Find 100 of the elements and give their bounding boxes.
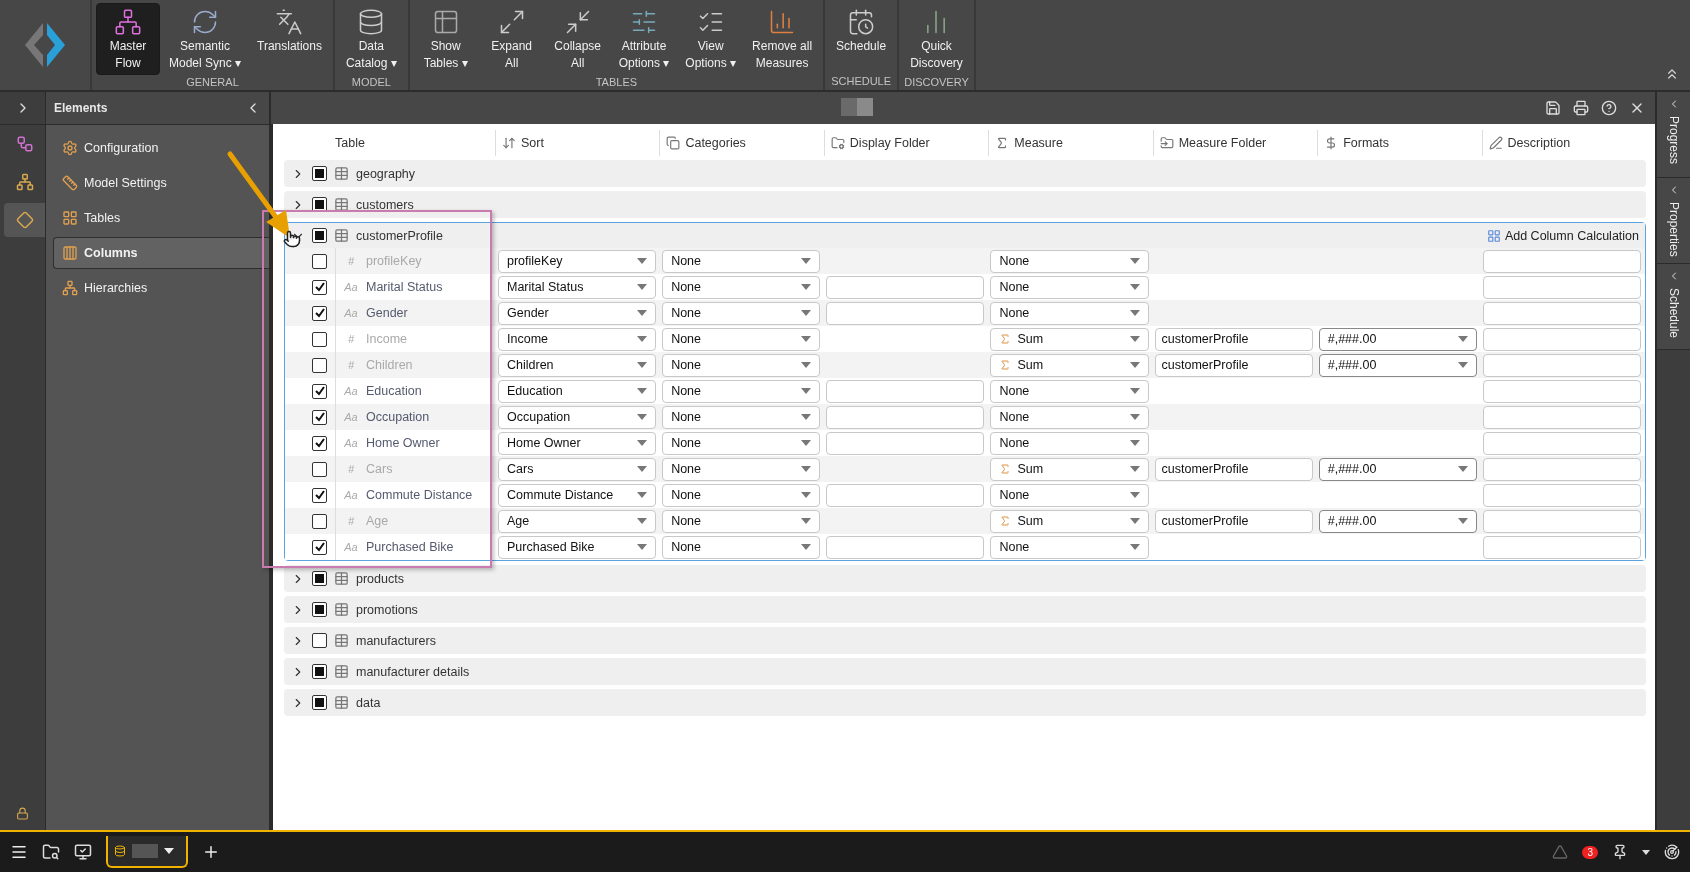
checkbox[interactable] <box>312 461 327 477</box>
measure-dropdown[interactable]: None <box>990 301 1149 325</box>
measure-dropdown[interactable]: Sum <box>990 327 1149 351</box>
category-dropdown[interactable]: None <box>662 431 821 455</box>
description-field[interactable] <box>1482 379 1641 403</box>
category-dropdown[interactable]: None <box>662 301 821 325</box>
caret-icon[interactable] <box>1642 849 1650 855</box>
side-tab[interactable]: Schedule <box>1657 264 1690 350</box>
category-dropdown[interactable]: None <box>662 379 821 403</box>
display-folder-field[interactable] <box>826 275 985 299</box>
checkbox[interactable] <box>312 513 327 529</box>
checkbox[interactable] <box>312 539 327 555</box>
menu-icon[interactable] <box>10 843 28 861</box>
elements-item[interactable]: Tables <box>53 202 129 234</box>
checkbox[interactable] <box>312 435 327 451</box>
ribbon-button[interactable]: Remove all Measures <box>745 3 820 75</box>
category-dropdown[interactable]: None <box>662 353 821 377</box>
format-dropdown[interactable]: #,###.00 <box>1318 353 1477 377</box>
elements-item[interactable]: Configuration <box>53 132 167 164</box>
description-field[interactable] <box>1482 353 1641 377</box>
sort-dropdown[interactable]: Income <box>498 327 657 351</box>
save-icon[interactable] <box>1545 100 1561 116</box>
checkbox[interactable] <box>312 253 327 269</box>
checkbox[interactable] <box>312 331 327 347</box>
description-field[interactable] <box>1482 535 1641 559</box>
checkbox[interactable] <box>312 357 327 373</box>
print-icon[interactable] <box>1573 100 1589 116</box>
lock-icon[interactable] <box>16 807 29 820</box>
checkbox[interactable] <box>312 228 327 243</box>
display-folder-field[interactable] <box>826 535 985 559</box>
sort-dropdown[interactable]: Children <box>498 353 657 377</box>
help-icon[interactable] <box>1601 100 1617 116</box>
side-tab[interactable]: Properties <box>1657 178 1690 264</box>
checkbox[interactable] <box>312 695 327 710</box>
description-field[interactable] <box>1482 275 1641 299</box>
measure-dropdown[interactable]: None <box>990 379 1149 403</box>
ribbon-button[interactable]: Collapse All <box>545 3 610 75</box>
measure-dropdown[interactable]: Sum <box>990 353 1149 377</box>
sort-dropdown[interactable]: Marital Status <box>498 275 657 299</box>
category-dropdown[interactable]: None <box>662 249 821 273</box>
rail-button[interactable] <box>4 203 45 237</box>
measure-dropdown[interactable]: None <box>990 431 1149 455</box>
measure-dropdown[interactable]: Sum <box>990 509 1149 533</box>
checkbox[interactable] <box>312 279 327 295</box>
elements-item[interactable]: Model Settings <box>53 167 175 199</box>
elements-item[interactable]: Hierarchies <box>53 272 156 304</box>
category-dropdown[interactable]: None <box>662 509 821 533</box>
description-field[interactable] <box>1482 249 1641 273</box>
sort-dropdown[interactable]: Cars <box>498 457 657 481</box>
display-folder-field[interactable] <box>826 483 985 507</box>
measure-dropdown[interactable]: None <box>990 275 1149 299</box>
description-field[interactable] <box>1482 405 1641 429</box>
description-field[interactable] <box>1482 457 1641 481</box>
sort-dropdown[interactable]: Gender <box>498 301 657 325</box>
category-dropdown[interactable]: None <box>662 457 821 481</box>
category-dropdown[interactable]: None <box>662 405 821 429</box>
description-field[interactable] <box>1482 483 1641 507</box>
ribbon-button[interactable]: Show Tables ▾ <box>413 3 478 75</box>
checkbox[interactable] <box>312 664 327 679</box>
measure-folder-field[interactable]: customerProfile <box>1154 327 1313 351</box>
checkbox[interactable] <box>312 487 327 503</box>
add-tab-icon[interactable] <box>202 843 220 861</box>
category-dropdown[interactable]: None <box>662 535 821 559</box>
measure-dropdown[interactable]: None <box>990 483 1149 507</box>
ribbon-button[interactable]: Expand All <box>479 3 544 75</box>
measure-folder-field[interactable]: customerProfile <box>1154 509 1313 533</box>
checkbox[interactable] <box>312 409 327 425</box>
display-folder-field[interactable] <box>826 431 985 455</box>
sort-dropdown[interactable]: Commute Distance <box>498 483 657 507</box>
ribbon-button[interactable]: Attribute Options ▾ <box>611 3 677 75</box>
sort-dropdown[interactable]: profileKey <box>498 249 657 273</box>
display-folder-field[interactable] <box>826 405 985 429</box>
notification-badge[interactable]: 3 <box>1582 845 1598 859</box>
elements-item[interactable]: Columns <box>53 237 269 269</box>
ribbon-button[interactable]: Data Catalog ▾ <box>338 3 404 75</box>
measure-dropdown[interactable]: Sum <box>990 457 1149 481</box>
add-calculation-button[interactable]: Add Column Calculation <box>1480 228 1645 243</box>
sort-dropdown[interactable]: Age <box>498 509 657 533</box>
checkbox[interactable] <box>312 602 327 617</box>
category-dropdown[interactable]: None <box>662 327 821 351</box>
sort-dropdown[interactable]: Education <box>498 379 657 403</box>
ribbon-button[interactable]: Translations <box>250 3 329 75</box>
description-field[interactable] <box>1482 301 1641 325</box>
ribbon-button[interactable]: Schedule <box>829 3 894 74</box>
measure-folder-field[interactable]: customerProfile <box>1154 353 1313 377</box>
measure-dropdown[interactable]: None <box>990 249 1149 273</box>
checkbox[interactable] <box>312 305 327 321</box>
connection-icon[interactable] <box>1664 844 1680 860</box>
sort-dropdown[interactable]: Occupation <box>498 405 657 429</box>
pin-icon[interactable] <box>1612 844 1628 860</box>
display-folder-field[interactable] <box>826 301 985 325</box>
ribbon-button[interactable]: View Options ▾ <box>678 3 744 75</box>
checkbox[interactable] <box>312 166 327 181</box>
measure-dropdown[interactable]: None <box>990 535 1149 559</box>
format-dropdown[interactable]: #,###.00 <box>1318 457 1477 481</box>
description-field[interactable] <box>1482 431 1641 455</box>
description-field[interactable] <box>1482 509 1641 533</box>
category-dropdown[interactable]: None <box>662 275 821 299</box>
measure-dropdown[interactable]: None <box>990 405 1149 429</box>
folder-icon[interactable] <box>42 843 60 861</box>
